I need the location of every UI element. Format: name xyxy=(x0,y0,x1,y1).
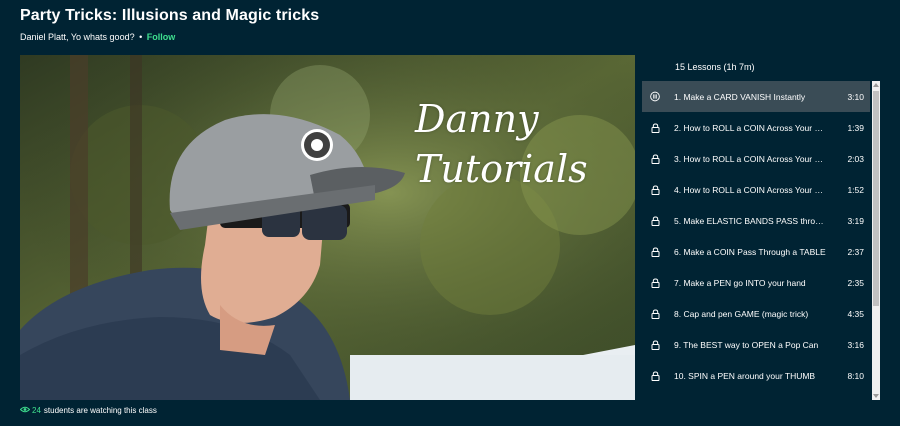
watching-count: 24 xyxy=(32,406,41,415)
lock-icon xyxy=(650,370,660,381)
lesson-duration: 3:10 xyxy=(847,91,864,102)
lesson-duration: 2:03 xyxy=(847,153,864,164)
author-name[interactable]: Daniel Platt, Yo whats good? xyxy=(20,32,135,42)
lesson-duration: 4:35 xyxy=(847,308,864,319)
lock-icon xyxy=(650,215,660,226)
lock-icon xyxy=(650,153,660,164)
separator-dot: • xyxy=(139,32,143,42)
lesson-title: 7. Make a PEN go INTO your hand xyxy=(674,277,806,288)
lesson-item[interactable]: 4. How to ROLL a COIN Across Your Knuckl… xyxy=(642,174,870,205)
lesson-duration: 1:52 xyxy=(847,184,864,195)
lesson-title: 9. The BEST way to OPEN a Pop Can xyxy=(674,339,819,350)
watching-text: students are watching this class xyxy=(43,406,157,415)
video-player[interactable]: Danny Tutorials xyxy=(20,55,635,400)
lock-icon xyxy=(650,339,660,350)
watching-indicator: 24 students are watching this class xyxy=(19,406,157,415)
lesson-item[interactable]: 7. Make a PEN go INTO your hand 2:35 xyxy=(642,267,870,298)
lesson-item[interactable]: 8. Cap and pen GAME (magic trick) 4:35 xyxy=(642,298,870,329)
lesson-title: 2. How to ROLL a COIN Across Your Knuckl… xyxy=(674,122,834,133)
scroll-up-icon[interactable] xyxy=(873,83,879,87)
class-title: Party Tricks: Illusions and Magic tricks xyxy=(20,7,320,24)
lesson-duration: 2:35 xyxy=(847,277,864,288)
lesson-list[interactable]: 1. Make a CARD VANISH Instantly 3:10 2. Ho… xyxy=(642,81,870,400)
pause-icon xyxy=(650,91,660,102)
video-thumbnail xyxy=(20,55,635,400)
lesson-item[interactable]: 11. INSTANTLY CHANGE a card1:07 xyxy=(642,391,870,400)
lesson-title: 10. SPIN a PEN around your THUMB xyxy=(674,370,816,381)
lesson-duration: 8:10 xyxy=(847,370,864,381)
scroll-down-icon[interactable] xyxy=(873,394,879,398)
author-line: Daniel Platt, Yo whats good? • Follow xyxy=(20,32,175,42)
video-overlay-title-line2: Tutorials xyxy=(415,147,588,191)
lesson-item[interactable]: 5. Make ELASTIC BANDS PASS through each … xyxy=(642,205,870,236)
lesson-title: 3. How to ROLL a COIN Across Your Knuckl… xyxy=(674,153,834,164)
lesson-duration: 1:39 xyxy=(847,122,864,133)
lesson-list-scrollbar[interactable] xyxy=(872,81,880,400)
scrollbar-thumb[interactable] xyxy=(873,91,879,306)
lock-icon xyxy=(650,184,660,195)
eye-icon xyxy=(19,406,31,415)
lock-icon xyxy=(650,246,660,257)
lesson-duration: 3:19 xyxy=(847,215,864,226)
lesson-duration: 3:16 xyxy=(847,339,864,350)
lesson-title: 4. How to ROLL a COIN Across Your Knuckl… xyxy=(674,184,834,195)
lesson-item[interactable]: 2. How to ROLL a COIN Across Your Knuckl… xyxy=(642,112,870,143)
lesson-item[interactable]: 6. Make a COIN Pass Through a TABLE 2:37 xyxy=(642,236,870,267)
follow-button[interactable]: Follow xyxy=(147,32,176,42)
lessons-count: 15 Lessons (1h 7m) xyxy=(675,62,755,72)
video-overlay-title-line1: Danny xyxy=(415,97,539,141)
lesson-item[interactable]: 3. How to ROLL a COIN Across Your Knuckl… xyxy=(642,143,870,174)
lock-icon xyxy=(650,277,660,288)
lesson-title: 5. Make ELASTIC BANDS PASS through each … xyxy=(674,215,834,226)
lock-icon xyxy=(650,308,660,319)
lock-icon xyxy=(650,122,660,133)
lesson-title: 6. Make a COIN Pass Through a TABLE xyxy=(674,246,826,257)
lesson-item[interactable]: 1. Make a CARD VANISH Instantly 3:10 xyxy=(642,81,870,112)
lesson-title: 8. Cap and pen GAME (magic trick) xyxy=(674,308,809,319)
lesson-title: 1. Make a CARD VANISH Instantly xyxy=(674,91,806,102)
lesson-item[interactable]: 10. SPIN a PEN around your THUMB 8:10 xyxy=(642,360,870,391)
lesson-item[interactable]: 9. The BEST way to OPEN a Pop Can 3:16 xyxy=(642,329,870,360)
lesson-duration: 2:37 xyxy=(847,246,864,257)
